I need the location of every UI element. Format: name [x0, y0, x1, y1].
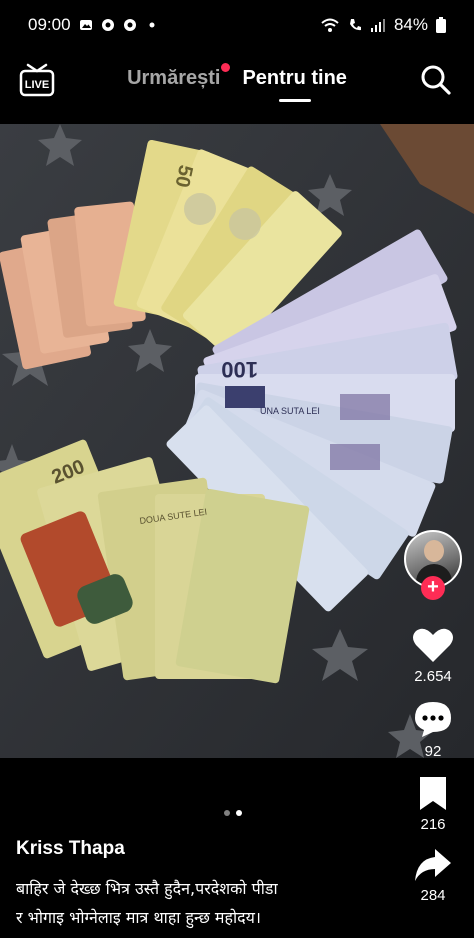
note-100-label: UNA SUTA LEI — [260, 406, 320, 416]
chrome-icon-2 — [123, 19, 136, 31]
comment-action[interactable]: 92 — [412, 699, 454, 760]
post-caption[interactable]: बाहिर जे देख्छ भित्र उस्तै हुदैन,परदेशको… — [16, 874, 376, 932]
live-label: LIVE — [25, 79, 49, 91]
follow-plus-button[interactable]: + — [421, 576, 445, 600]
battery-percent: 84% — [393, 15, 428, 34]
note-100-value: 100 — [221, 357, 258, 382]
status-right: 84% — [320, 15, 446, 35]
pager-dot-1[interactable] — [224, 810, 230, 816]
status-left: 09:00 — [28, 15, 159, 35]
share-arrow-icon[interactable] — [413, 847, 453, 883]
action-rail: + 2.654 92 216 284 — [400, 530, 466, 918]
tab-following-label: Urmărești — [127, 66, 221, 89]
top-nav: LIVE Urmărești Pentru tine — [0, 56, 474, 106]
tab-for-you-label: Pentru tine — [242, 66, 347, 89]
save-action[interactable]: 216 — [417, 774, 449, 833]
share-count: 284 — [420, 887, 446, 904]
notification-dot-icon — [149, 22, 155, 28]
new-content-dot — [221, 62, 231, 72]
save-count: 216 — [420, 816, 446, 833]
wifi-icon — [321, 18, 339, 32]
note-50-value: 50 — [170, 163, 196, 189]
status-time: 09:00 — [28, 15, 71, 34]
signal-icon — [370, 19, 385, 32]
feed-tabs: Urmărești Pentru tine — [127, 62, 347, 96]
photo-pager — [224, 810, 242, 816]
like-action[interactable]: 2.654 — [412, 626, 454, 685]
battery-icon — [436, 17, 446, 33]
share-action[interactable]: 284 — [413, 847, 453, 904]
heart-icon[interactable] — [412, 626, 454, 664]
like-count: 2.654 — [414, 668, 452, 685]
gallery-icon — [79, 20, 92, 30]
comment-icon[interactable] — [412, 699, 454, 739]
creator-avatar-wrap: + — [404, 530, 462, 600]
author-name[interactable]: Kriss Thapa — [16, 838, 125, 860]
tab-for-you[interactable]: Pentru tine — [242, 67, 346, 96]
bookmark-icon[interactable] — [417, 774, 449, 812]
call-icon — [349, 19, 361, 31]
live-icon[interactable]: LIVE — [18, 62, 56, 98]
tab-following[interactable]: Urmărești — [127, 62, 231, 96]
chrome-icon — [101, 19, 114, 31]
caption-line-2: र भोगाइ भोग्नेलाइ मात्र थाहा हुन्छ महोदय… — [16, 908, 261, 927]
status-bar: 09:00 84% — [0, 0, 474, 50]
search-icon[interactable] — [418, 62, 454, 98]
caption-line-1: बाहिर जे देख्छ भित्र उस्तै हुदैन,परदेशको… — [16, 879, 278, 898]
comment-count: 92 — [424, 743, 442, 760]
pager-dot-2[interactable] — [236, 810, 242, 816]
